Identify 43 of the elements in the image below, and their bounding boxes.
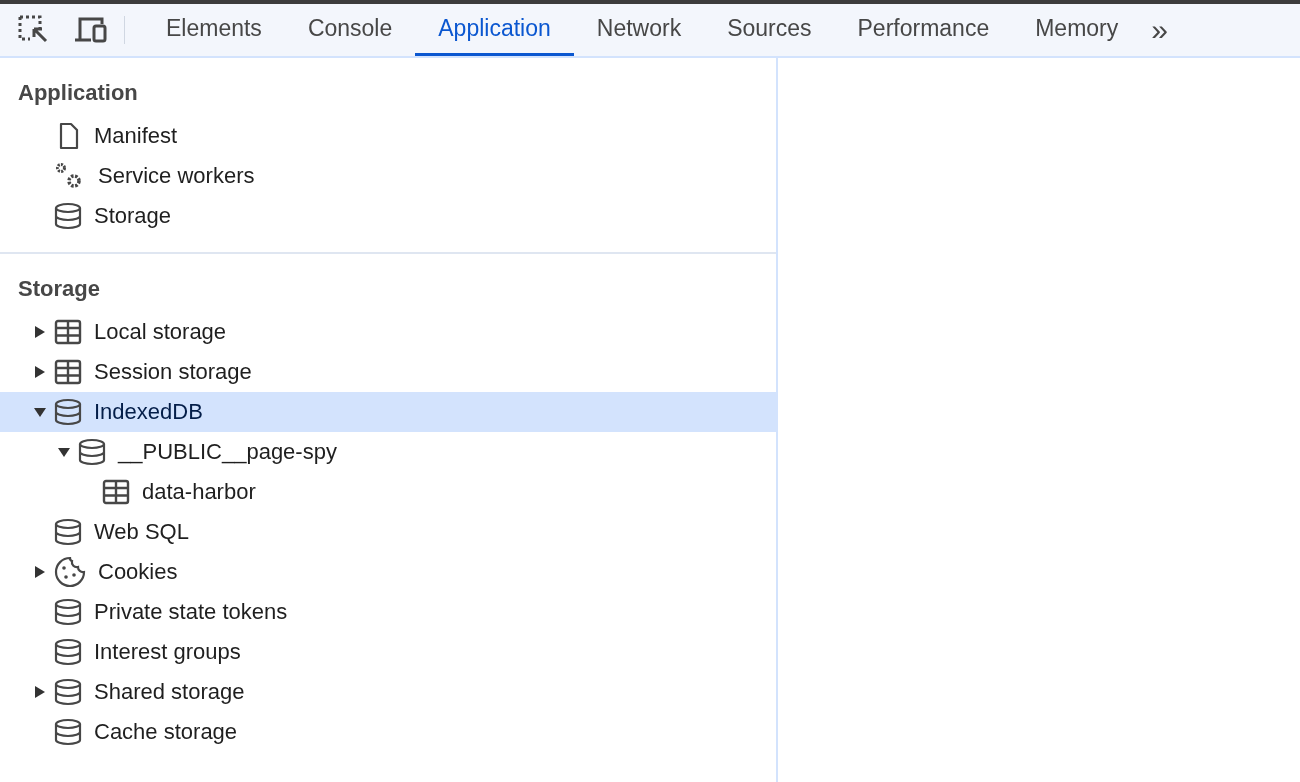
panel-tab[interactable]: Network (573, 4, 705, 56)
device-toolbar-icon[interactable] (74, 15, 108, 45)
database-icon (54, 678, 82, 706)
collapsed-triangle-icon[interactable] (34, 566, 46, 578)
tree-item[interactable]: Interest groups (0, 632, 776, 672)
tree-item[interactable]: IndexedDB (0, 392, 776, 432)
panel-tab[interactable]: Elements (143, 4, 285, 56)
panel-tab[interactable]: Console (284, 4, 416, 56)
expanded-triangle-icon[interactable] (58, 446, 70, 458)
database-icon (54, 518, 82, 546)
database-icon (54, 598, 82, 626)
tree-item[interactable]: Service workers (0, 156, 776, 196)
database-icon (54, 718, 82, 746)
tree-item[interactable]: __PUBLIC__page-spy (0, 432, 776, 472)
database-icon (54, 202, 82, 230)
panel-tab[interactable]: Memory (1012, 4, 1142, 56)
tree-item[interactable]: Web SQL (0, 512, 776, 552)
tree-item[interactable]: Storage (0, 196, 776, 236)
panel-tab[interactable]: Performance (834, 4, 1013, 56)
section-heading: Storage (17, 275, 101, 303)
panel-tab[interactable]: Sources (704, 4, 835, 56)
more-tabs-button[interactable]: » (1141, 4, 1178, 56)
tree-item[interactable]: Cache storage (0, 712, 776, 752)
table-icon (102, 478, 130, 506)
tree-item[interactable]: Shared storage (0, 672, 776, 712)
tree-item[interactable]: data-harbor (0, 472, 776, 512)
tree-item[interactable]: Private state tokens (0, 592, 776, 632)
cookie-icon (54, 556, 86, 588)
tree-item[interactable]: Manifest (0, 116, 776, 156)
section-heading: Application (17, 79, 139, 107)
tree-item[interactable]: Session storage (0, 352, 776, 392)
database-icon (54, 398, 82, 426)
panel-tab[interactable]: Application (415, 4, 574, 56)
collapsed-triangle-icon[interactable] (34, 366, 46, 378)
collapsed-triangle-icon[interactable] (34, 326, 46, 338)
expanded-triangle-icon[interactable] (34, 406, 46, 418)
table-icon (54, 318, 82, 346)
collapsed-triangle-icon[interactable] (34, 686, 46, 698)
database-icon (78, 438, 106, 466)
tree-item[interactable]: Cookies (0, 552, 776, 592)
tree-item[interactable]: Local storage (0, 312, 776, 352)
database-icon (54, 638, 82, 666)
table-icon (54, 358, 82, 386)
